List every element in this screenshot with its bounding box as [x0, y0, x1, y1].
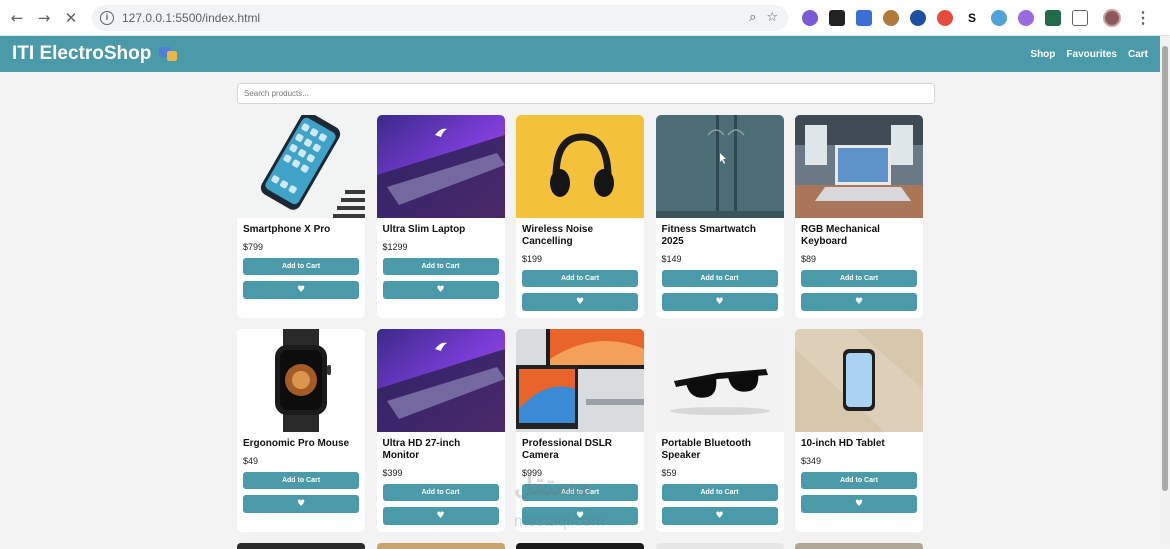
extensions-puzzle-icon[interactable]: [1072, 9, 1088, 26]
product-image-monitor: [376, 329, 505, 432]
product-price: $1299: [382, 242, 408, 252]
product-price: $199: [522, 254, 543, 264]
extension-dark-icon[interactable]: [829, 9, 845, 26]
product-card-peek: [795, 543, 923, 549]
product-card: Ultra Slim Laptop $1299 Add to Cart ♥: [376, 115, 505, 318]
product-price: $399: [382, 468, 403, 478]
product-card: Portable Bluetooth Speaker $59 Add to Ca…: [655, 329, 784, 532]
favourite-heart-icon[interactable]: ♥: [243, 281, 359, 299]
extension-gear-icon[interactable]: [802, 9, 818, 26]
product-image-smartwatch: [655, 115, 784, 218]
product-image-camera: [516, 329, 644, 432]
search-input[interactable]: [237, 83, 935, 104]
add-to-cart-button[interactable]: Add to Cart: [661, 270, 778, 287]
favourite-heart-icon[interactable]: ♥: [801, 495, 917, 513]
favourite-heart-icon[interactable]: ♥: [661, 293, 778, 311]
product-name: Ultra Slim Laptop: [382, 224, 466, 235]
product-price: $349: [801, 456, 822, 466]
watermark-text: mostaql.com: [514, 513, 605, 530]
product-name: Wireless Noise Cancelling: [522, 224, 594, 247]
product-image-tablet: [795, 329, 923, 432]
add-to-cart-button[interactable]: Add to Cart: [801, 270, 917, 287]
brand-logo[interactable]: ITI ElectroShop: [12, 43, 151, 65]
product-name: 10-inch HD Tablet: [801, 438, 885, 449]
back-arrow-icon[interactable]: ←: [6, 7, 28, 29]
product-price: $149: [661, 254, 682, 264]
product-card-peek: [237, 543, 365, 549]
browser-toolbar: ← → ✕ i 127.0.0.1:5500/index.html ⌕ ☆ S …: [0, 0, 1170, 36]
page-scrollbar[interactable]: [1160, 36, 1170, 547]
product-name: Portable Bluetooth Speaker: [661, 438, 751, 461]
product-price: $89: [801, 254, 817, 264]
product-price: $59: [661, 468, 677, 478]
extension-check-icon[interactable]: [910, 9, 926, 26]
product-card: Fitness Smartwatch 2025 $149 Add to Cart…: [655, 115, 784, 318]
profile-avatar[interactable]: [1103, 8, 1121, 27]
site-header: ITI ElectroShop Shop Favourites Cart: [0, 36, 1160, 72]
add-to-cart-button[interactable]: Add to Cart: [661, 484, 778, 501]
watermark-logo: مستقل: [514, 470, 592, 500]
add-to-cart-button[interactable]: Add to Cart: [243, 472, 359, 489]
favourite-heart-icon[interactable]: ♥: [661, 507, 778, 525]
product-card: RGB Mechanical Keyboard $89 Add to Cart …: [795, 115, 923, 318]
favourite-heart-icon[interactable]: ♥: [382, 507, 499, 525]
product-image-speaker: [655, 329, 784, 432]
product-card-peek: [516, 543, 644, 549]
product-card: Wireless Noise Cancelling $199 Add to Ca…: [516, 115, 644, 318]
bookmark-star-icon[interactable]: ☆: [766, 10, 778, 25]
nav-cart[interactable]: Cart: [1128, 49, 1148, 60]
product-name: Fitness Smartwatch 2025: [661, 224, 756, 247]
extension-s-icon[interactable]: S: [964, 9, 980, 26]
extensions-bar: S ⋮: [802, 8, 1151, 28]
add-to-cart-button[interactable]: Add to Cart: [522, 270, 638, 287]
product-image-smartphone: [237, 115, 365, 218]
devices-icon: [159, 47, 178, 61]
product-card-peek: [376, 543, 505, 549]
product-card: Ultra HD 27-inch Monitor $399 Add to Car…: [376, 329, 505, 532]
add-to-cart-button[interactable]: Add to Cart: [382, 484, 499, 501]
product-price: $49: [243, 456, 259, 466]
browser-menu-icon[interactable]: ⋮: [1135, 8, 1151, 28]
add-to-cart-button[interactable]: Add to Cart: [382, 258, 499, 275]
product-name: Smartphone X Pro: [243, 224, 331, 235]
address-bar[interactable]: i 127.0.0.1:5500/index.html ⌕ ☆: [92, 4, 788, 31]
forward-arrow-icon[interactable]: →: [33, 7, 55, 29]
extension-sheet-icon[interactable]: [1045, 9, 1061, 26]
product-card: Professional DSLR Camera $999 Add to Car…: [516, 329, 644, 532]
product-card: Ergonomic Pro Mouse $49 Add to Cart ♥: [237, 329, 365, 532]
product-image-keyboard: [795, 115, 923, 218]
extension-ring-icon[interactable]: [937, 9, 953, 26]
product-name: Ultra HD 27-inch Monitor: [382, 438, 461, 461]
favourite-heart-icon[interactable]: ♥: [522, 293, 638, 311]
address-url[interactable]: 127.0.0.1:5500/index.html: [122, 11, 739, 25]
scrollbar-thumb[interactable]: [1162, 46, 1168, 491]
product-name: RGB Mechanical Keyboard: [801, 224, 880, 247]
stop-loading-icon[interactable]: ✕: [60, 7, 82, 29]
zoom-icon[interactable]: ⌕: [749, 10, 756, 25]
site-nav: Shop Favourites Cart: [1030, 49, 1148, 60]
product-name: Professional DSLR Camera: [522, 438, 613, 461]
add-to-cart-button[interactable]: Add to Cart: [801, 472, 917, 489]
product-image-laptop: [376, 115, 505, 218]
favourite-heart-icon[interactable]: ♥: [801, 293, 917, 311]
extension-ball-icon[interactable]: [1018, 9, 1034, 26]
site-info-icon[interactable]: i: [100, 10, 114, 25]
nav-shop[interactable]: Shop: [1030, 49, 1055, 60]
add-to-cart-button[interactable]: Add to Cart: [243, 258, 359, 275]
product-price: $799: [243, 242, 264, 252]
product-card: 10-inch HD Tablet $349 Add to Cart ♥: [795, 329, 923, 532]
next-row-preview: [237, 543, 923, 549]
product-card: Smartphone X Pro $799 Add to Cart ♥: [237, 115, 365, 318]
nav-favourites[interactable]: Favourites: [1066, 49, 1117, 60]
favourite-heart-icon[interactable]: ♥: [382, 281, 499, 299]
extension-chat-icon[interactable]: [991, 9, 1007, 26]
product-name: Ergonomic Pro Mouse: [243, 438, 350, 449]
product-image-mouse: [237, 329, 365, 432]
product-card-peek: [655, 543, 784, 549]
extension-cookie-icon[interactable]: [883, 9, 899, 26]
extension-pen-icon[interactable]: [856, 9, 872, 26]
product-image-headphones: [516, 115, 644, 218]
favourite-heart-icon[interactable]: ♥: [243, 495, 359, 513]
